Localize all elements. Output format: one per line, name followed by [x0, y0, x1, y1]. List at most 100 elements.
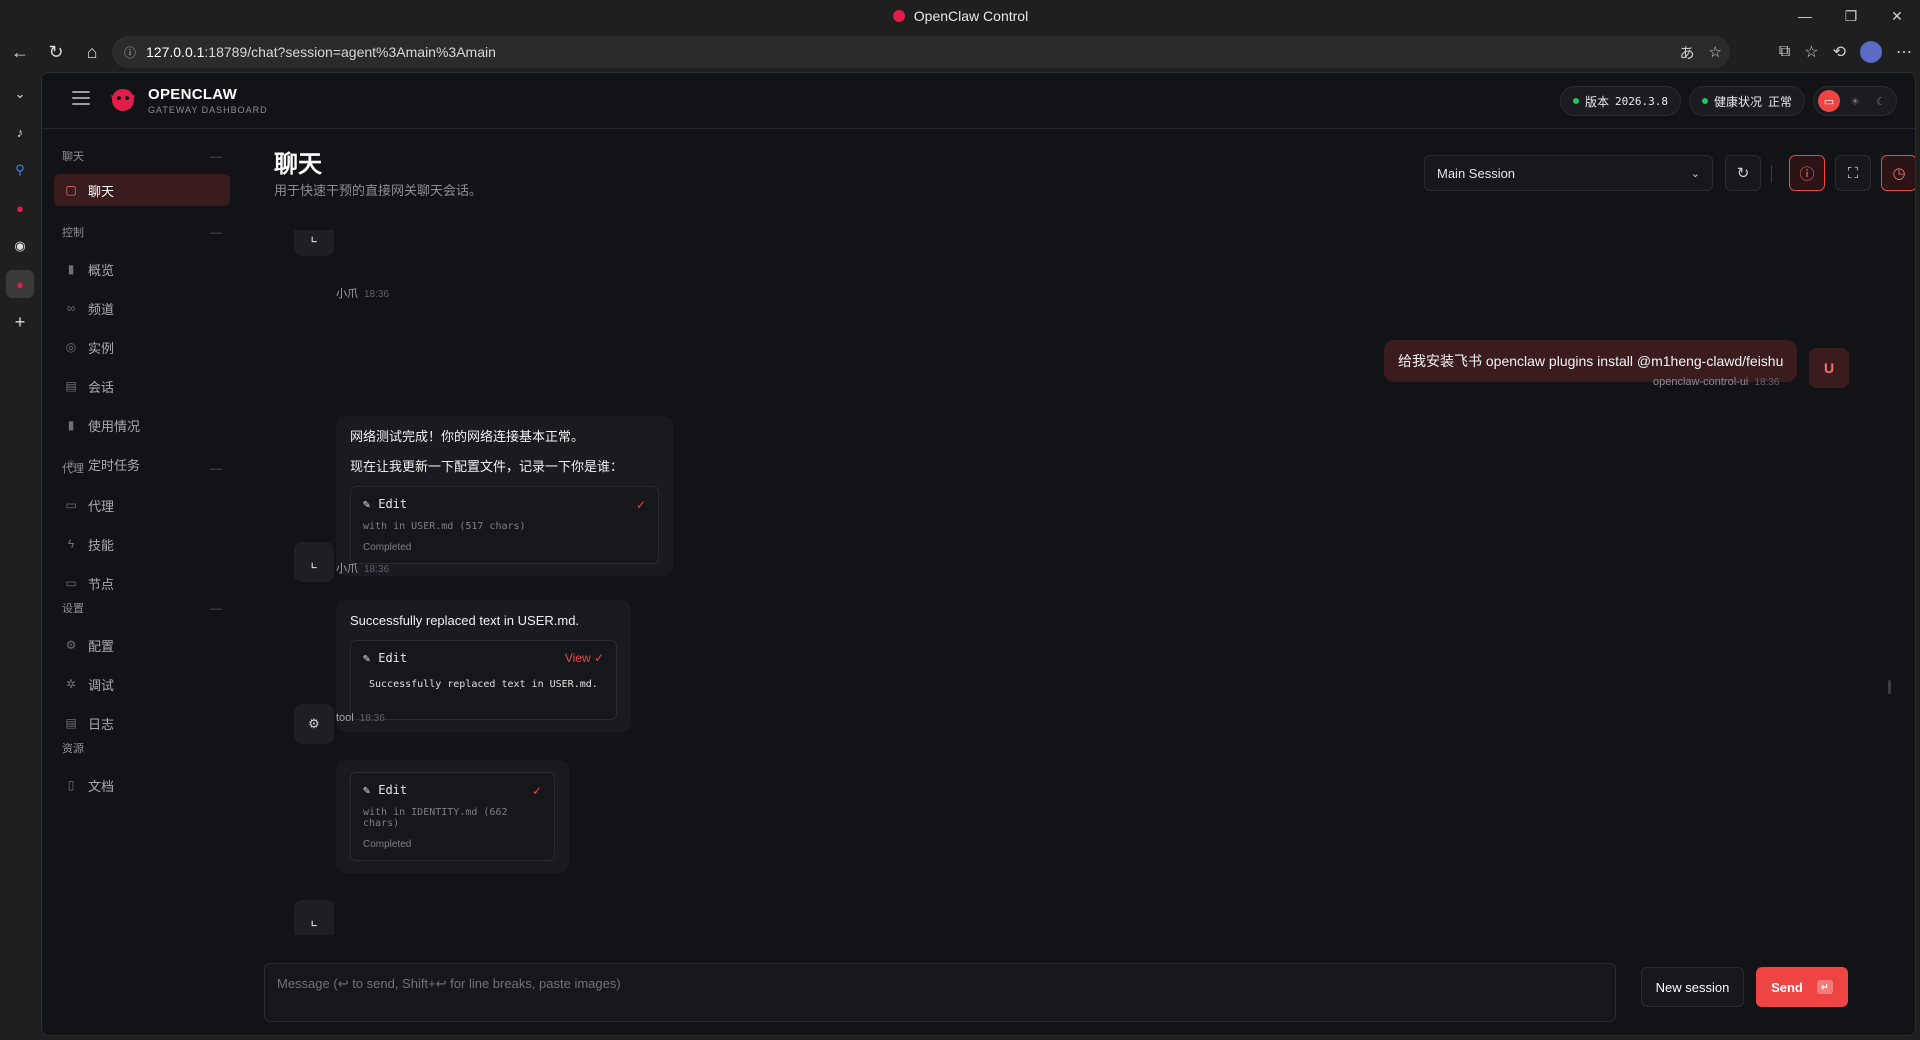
nav-item-label: 文档	[88, 778, 115, 794]
reload-icon[interactable]: ↻	[38, 36, 74, 68]
send-label: Send	[1771, 979, 1803, 995]
nav-item-overview[interactable]: ▮ 概览	[54, 253, 230, 285]
extensions-icon[interactable]: ⧉	[1779, 43, 1790, 61]
new-session-button[interactable]: New session	[1641, 967, 1744, 1007]
window-title: OpenClaw Control	[892, 8, 1028, 24]
main-content: 聊天 用于快速干预的直接网关聊天会话。 Main Session ⌄ ↻ ⓘ ⛶…	[238, 130, 1915, 1035]
message-meta: 小爪 18:36	[336, 288, 390, 300]
home-icon[interactable]: ⌂	[74, 36, 110, 68]
send-button[interactable]: Send ↵	[1756, 967, 1848, 1007]
version-value: 2026.3.8	[1614, 94, 1668, 108]
nav-item-agents[interactable]: ▭ 代理	[54, 489, 230, 521]
tool-status: Completed	[363, 542, 412, 553]
nav-item-sessions[interactable]: ▤ 会话	[54, 370, 230, 402]
close-icon[interactable]: ✕	[1874, 0, 1920, 32]
focus-icon: ⛶	[1847, 164, 1859, 182]
nav-item-config[interactable]: ⚙ 配置	[54, 629, 230, 661]
message-meta: 小爪 18:36	[336, 563, 390, 575]
nav-item-debug[interactable]: ✲ 调试	[54, 668, 230, 700]
nav-item-channels[interactable]: ∞ 频道	[54, 292, 230, 324]
link-icon: ∞	[66, 301, 76, 315]
openclaw-active-tab-icon[interactable]: ●	[6, 270, 34, 298]
tool-call-card[interactable]: ✎ Edit ✓ with in USER.md (517 chars) Comp…	[350, 486, 659, 564]
dark-theme-icon[interactable]: ☾	[1870, 90, 1892, 112]
nav-group-settings: 设置 — ⚙ 配置 ✲ 调试 ▤ 日志	[54, 594, 230, 739]
message-input[interactable]: Message (↩ to send, Shift+↩ for line bre…	[264, 963, 1616, 1022]
assistant-avatar: ⌞	[294, 230, 334, 256]
browser-toolbar: ← ↻ ⌂ ⓘ 127.0.0.1:18789/chat?session=age…	[0, 32, 1920, 72]
favorites-icon[interactable]: ☆	[1804, 42, 1818, 62]
refresh-icon: ↻	[1736, 165, 1750, 182]
openclaw-logo-icon	[111, 89, 135, 111]
broadcast-icon: ◎	[65, 340, 77, 354]
bar-chart-icon: ▮	[67, 262, 75, 276]
more-menu-icon[interactable]: ⋯	[1896, 42, 1912, 62]
user-message-text: 给我安装飞书 openclaw plugins install @m1heng-…	[1398, 353, 1784, 369]
tool-result-card[interactable]: ✎ Edit View ✓ Successfully replaced text …	[350, 640, 617, 720]
nav-group-title[interactable]: 代理 —	[54, 454, 230, 482]
nav-group-resources: 资源 ▯ 文档	[54, 734, 230, 801]
edit-icon: ✎	[363, 783, 371, 797]
openclaw-tab-icon[interactable]: ●	[6, 194, 34, 222]
clock-icon: ◷	[1892, 165, 1906, 182]
address-bar[interactable]: ⓘ 127.0.0.1:18789/chat?session=agent%3Am…	[112, 36, 1730, 68]
cron-history-button[interactable]: ◷	[1881, 155, 1915, 191]
nav-group-title[interactable]: 聊天 —	[54, 142, 230, 170]
version-badge: 版本 2026.3.8	[1559, 86, 1681, 116]
message-meta: tool 18:36	[336, 712, 385, 724]
nav-group-title[interactable]: 控制 —	[54, 218, 230, 246]
restore-icon[interactable]: ❐	[1828, 0, 1874, 32]
bug-icon: ✲	[65, 677, 77, 691]
user-avatar: U	[1809, 348, 1849, 388]
menu-toggle-icon[interactable]	[72, 91, 90, 105]
search-tab-icon[interactable]: ⚲	[6, 156, 34, 184]
tool-status: Completed	[363, 839, 412, 850]
new-tab-icon[interactable]: +	[6, 308, 34, 336]
tool-name: Edit	[378, 651, 408, 665]
collapse-tabs-icon[interactable]: ⌄	[6, 80, 34, 108]
chat-scrollbar[interactable]	[1888, 680, 1891, 694]
nav-item-instances[interactable]: ◎ 实例	[54, 331, 230, 363]
health-badge: 健康状况 正常	[1688, 86, 1805, 116]
tool-detail: with in USER.md (517 chars)	[363, 521, 526, 532]
minimize-icon[interactable]: —	[1782, 0, 1828, 32]
nav-item-docs[interactable]: ▯ 文档	[54, 769, 230, 801]
enter-key-icon: ↵	[1816, 980, 1833, 994]
github-tab-icon[interactable]: ◉	[6, 232, 34, 260]
view-output-link[interactable]: View ✓	[565, 651, 604, 665]
message-text: Successfully replaced text in USER.md.	[350, 613, 580, 628]
focus-mode-button[interactable]: ⛶	[1835, 155, 1871, 191]
tool-call-card[interactable]: ✎ Edit ✓ with in IDENTITY.md (662 chars) …	[350, 772, 555, 861]
nav-item-chat[interactable]: ▢ 聊天	[54, 174, 230, 206]
site-info-icon[interactable]: ⓘ	[124, 44, 136, 61]
nav-item-skills[interactable]: ϟ 技能	[54, 528, 230, 560]
assistant-message-bubble: ✎ Edit ✓ with in IDENTITY.md (662 chars) …	[336, 760, 569, 873]
url-text[interactable]: 127.0.0.1:18789/chat?session=agent%3Amai…	[146, 44, 496, 60]
folder-icon: ▭	[65, 498, 77, 512]
tiktok-tab-icon[interactable]: ♪	[6, 118, 34, 146]
translate-icon[interactable]: あ	[1680, 42, 1695, 63]
profile-avatar[interactable]	[1860, 41, 1882, 63]
message-text: 现在让我更新一下配置文件，记录一下你是谁：	[350, 459, 624, 474]
favorite-star-icon[interactable]: ☆	[1709, 43, 1722, 61]
light-theme-icon[interactable]: ☀	[1844, 90, 1866, 112]
theme-switcher: ▭ ☀ ☾	[1813, 86, 1897, 116]
thinking-toggle-button[interactable]: ⓘ	[1789, 155, 1825, 191]
session-select[interactable]: Main Session ⌄	[1424, 155, 1713, 191]
history-icon[interactable]: ⟲	[1833, 42, 1846, 62]
nav-item-label: 使用情况	[88, 418, 141, 434]
nav-item-label: 代理	[88, 498, 115, 514]
refresh-button[interactable]: ↻	[1725, 155, 1761, 191]
chat-thread: ⌞ 小爪 18:36 给我安装飞书 openclaw plugins instal…	[238, 230, 1915, 935]
brand-subtitle: GATEWAY DASHBOARD	[148, 104, 268, 115]
document-icon: ▤	[65, 379, 77, 393]
assistant-avatar: ⌞	[294, 542, 334, 582]
scroll-icon: ▤	[65, 716, 77, 730]
nav-group-title[interactable]: 设置 —	[54, 594, 230, 622]
side-navigation: 聊天 — ▢ 聊天 控制 — ▮ 概览 ∞ 频道 ◎ 实例 ▤ 会话 ▮ 使用情况 ✳ 定时任务…	[42, 130, 238, 1035]
chevron-down-icon: ⌄	[1690, 167, 1700, 180]
page-title: 聊天	[274, 151, 322, 178]
back-icon[interactable]: ←	[2, 36, 38, 68]
nav-item-usage[interactable]: ▮ 使用情况	[54, 409, 230, 441]
system-theme-icon[interactable]: ▭	[1818, 90, 1840, 112]
